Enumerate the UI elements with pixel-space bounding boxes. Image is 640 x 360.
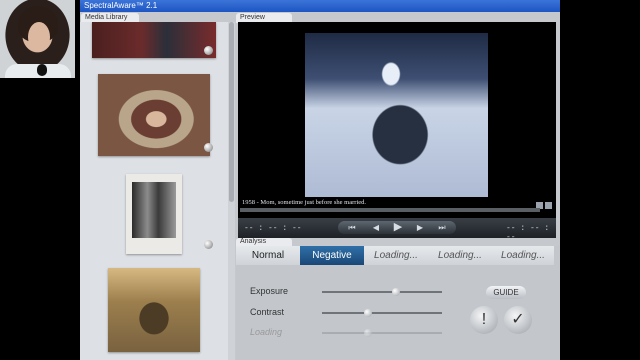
webcam-thumbnail — [0, 0, 75, 78]
library-scrollbar[interactable] — [228, 22, 235, 360]
exposure-slider-knob[interactable] — [392, 288, 400, 296]
photo-caption: 1958 - Mom, sometime just before she mar… — [242, 199, 367, 206]
contrast-slider[interactable] — [322, 312, 442, 314]
analysis-mode-tabs: Normal Negative Loading... Loading... Lo… — [236, 246, 554, 265]
skip-back-icon[interactable]: ⏮ — [342, 221, 362, 234]
transport-bar: ⏮ ◀ ▶ ▶ ⏭ — [338, 221, 456, 234]
remaining-time: -- : -- : -- — [506, 224, 550, 242]
tab-normal[interactable]: Normal — [236, 246, 300, 265]
app-window: SpectralAware™ 2.1 Media Library Preview… — [80, 0, 560, 360]
webcam-face — [28, 22, 50, 52]
window-icon[interactable] — [545, 202, 552, 209]
tab-loading-3[interactable]: Loading... — [492, 246, 554, 265]
library-scroll-thumb[interactable] — [229, 22, 234, 202]
select-bullet-icon[interactable] — [204, 240, 213, 249]
guide-button[interactable]: GUIDE — [486, 286, 526, 299]
playback-progress-bar[interactable] — [240, 208, 540, 212]
play-icon[interactable]: ▶ — [388, 221, 408, 234]
title-bar: SpectralAware™ 2.1 — [80, 0, 560, 12]
exposure-slider[interactable] — [322, 291, 442, 293]
step-back-icon[interactable]: ◀ — [366, 221, 386, 234]
library-photo-3[interactable] — [126, 174, 182, 254]
analysis-panel: Normal Negative Loading... Loading... Lo… — [236, 246, 560, 360]
select-bullet-icon[interactable] — [204, 46, 213, 55]
analysis-tab[interactable]: Analysis — [236, 238, 292, 246]
preview-screen: 1958 - Mom, sometime just before she mar… — [238, 22, 556, 218]
playback-controls: -- : -- : -- ⏮ ◀ ▶ ▶ ⏭ -- : -- : -- — [238, 218, 556, 242]
alert-button[interactable]: ! — [470, 306, 498, 334]
contrast-label: Contrast — [250, 307, 285, 317]
negative-preview-image — [305, 33, 488, 197]
tab-negative[interactable]: Negative — [300, 246, 364, 265]
library-photo-1[interactable] — [92, 22, 216, 58]
loading-label: Loading — [250, 327, 283, 337]
exposure-label: Exposure — [250, 286, 289, 296]
loading-slider — [322, 332, 442, 334]
step-forward-icon[interactable]: ▶ — [410, 221, 430, 234]
window-title: SpectralAware™ 2.1 — [84, 1, 158, 10]
confirm-button[interactable]: ✓ — [504, 306, 532, 334]
select-bullet-icon[interactable] — [204, 143, 213, 152]
library-photo-4[interactable] — [108, 268, 200, 352]
skip-forward-icon[interactable]: ⏭ — [432, 221, 452, 234]
library-photo-2[interactable] — [98, 74, 210, 156]
contrast-slider-knob[interactable] — [364, 309, 372, 317]
loading-slider-knob — [364, 329, 372, 337]
tab-loading-1[interactable]: Loading... — [364, 246, 428, 265]
elapsed-time: -- : -- : -- — [244, 224, 302, 233]
media-library-panel — [80, 22, 235, 360]
tab-loading-2[interactable]: Loading... — [428, 246, 492, 265]
microphone-icon — [37, 64, 47, 76]
